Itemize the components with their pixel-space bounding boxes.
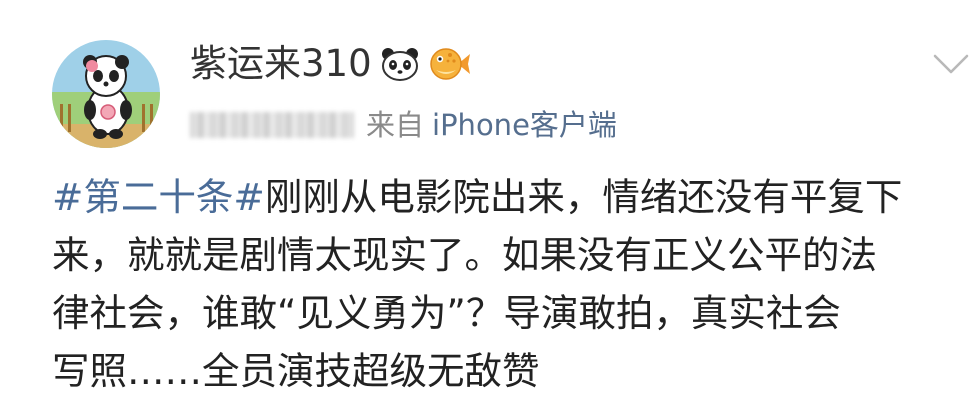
username-row: 紫运来310 bbox=[190, 36, 472, 92]
post-body: #第二十条#刚刚从电影院出来，情绪还没有平复下 来，就就是剧情太现实了。如果没有… bbox=[52, 168, 957, 400]
chevron-down-icon[interactable] bbox=[930, 46, 972, 82]
panda-avatar-icon bbox=[52, 40, 160, 148]
user-avatar[interactable] bbox=[52, 40, 160, 148]
blurred-timestamp bbox=[190, 112, 354, 138]
hashtag-link[interactable]: #第二十条# bbox=[52, 175, 265, 219]
post-text-line: 来，就就是剧情太现实了。如果没有正义公平的法 bbox=[52, 233, 877, 277]
post-text: 刚刚从电影院出来，情绪还没有平复下 bbox=[264, 175, 903, 219]
source-link[interactable]: iPhone客户端 bbox=[432, 103, 617, 147]
source-prefix: 来自 bbox=[366, 108, 425, 142]
post-text-line: 写照……全员演技超级无敌赞 bbox=[52, 349, 540, 393]
post-meta: 来自 iPhone客户端 bbox=[190, 103, 617, 147]
panda-icon bbox=[380, 46, 420, 82]
username[interactable]: 紫运来310 bbox=[190, 36, 372, 92]
pufferfish-icon bbox=[428, 46, 472, 82]
post-text-line: 律社会，谁敢“见义勇为”？导演敢拍，真实社会 bbox=[52, 291, 841, 335]
weibo-post: 紫运来310 来自 iPhone客户端 #第二十条#刚刚从电影院出来，情绪还没有… bbox=[0, 0, 979, 409]
post-text-line: #第二十条#刚刚从电影院出来，情绪还没有平复下 bbox=[52, 168, 957, 226]
